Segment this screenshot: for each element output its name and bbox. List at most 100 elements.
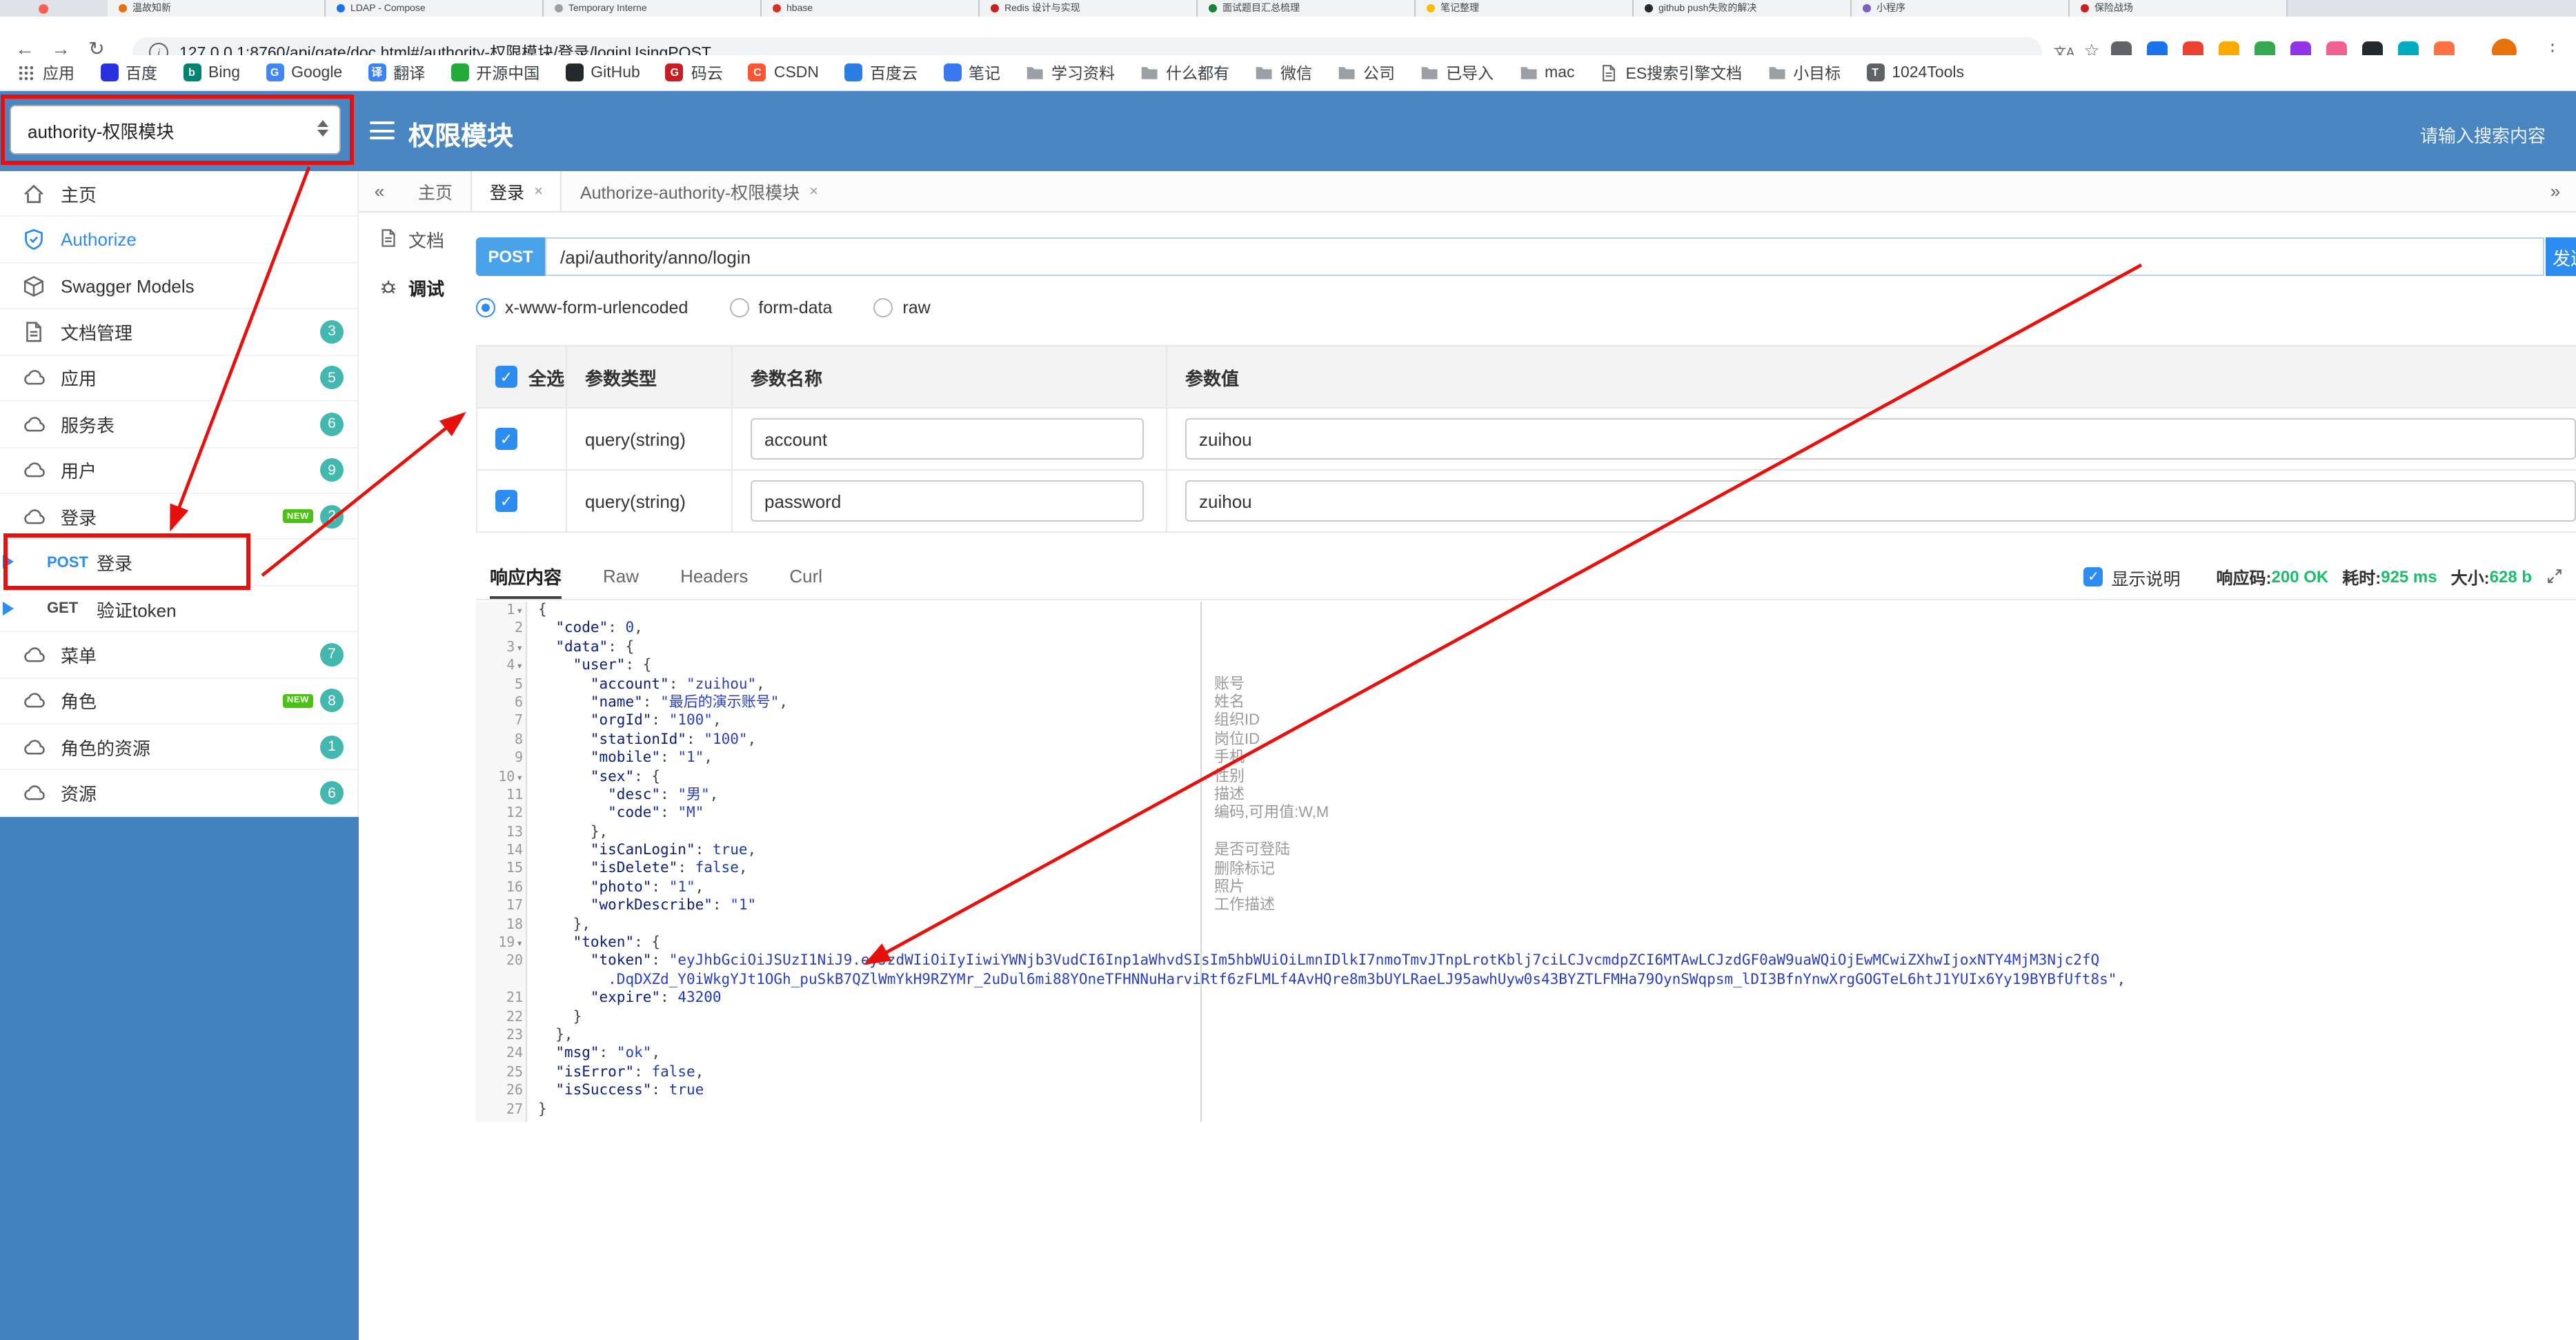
browser-tab[interactable]: Redis 设计与实现 <box>980 0 1198 17</box>
bookmark-folder[interactable]: 小目标 <box>1767 61 1841 83</box>
bookmark-site[interactable]: 百度 <box>99 61 157 83</box>
send-button[interactable]: 发送 <box>2546 237 2576 276</box>
bookmark-folder[interactable]: 公司 <box>1337 61 1395 83</box>
close-tab-icon[interactable]: × <box>809 183 818 199</box>
browser-tab[interactable]: github push失败的解决 <box>1634 0 1852 17</box>
sidebar-item-角色的资源[interactable]: 角色的资源 1 <box>0 725 357 771</box>
fold-toggle-icon[interactable]: ▾ <box>516 934 523 953</box>
row-checkbox[interactable]: ✓ <box>495 490 517 512</box>
line-number: 11 <box>476 787 526 805</box>
fold-toggle-icon[interactable]: ▾ <box>516 657 523 676</box>
bookmark-site[interactable]: b Bing <box>182 63 240 82</box>
browser-tab[interactable]: LDAP - Compose <box>326 0 544 17</box>
json-editor[interactable]: { "code": 0, "data": { "user": { "accoun… <box>476 602 2576 1122</box>
workspace-tab-主页[interactable]: 主页 <box>400 171 470 211</box>
bookmark-folder[interactable]: 已导入 <box>1420 61 1494 83</box>
bookmark-folder[interactable]: mac <box>1518 63 1575 82</box>
bookmark-label: 开源中国 <box>476 66 540 82</box>
bookmark-site[interactable]: 百度云 <box>844 61 918 83</box>
sidebar-item-应用[interactable]: 应用 5 <box>0 355 357 402</box>
bookmark-docbm[interactable]: ES搜索引擎文档 <box>1600 61 1742 83</box>
row-checkbox[interactable]: ✓ <box>495 428 517 450</box>
browser-tab[interactable]: 保险战场 <box>2070 0 2288 17</box>
browser-tab[interactable]: hbase <box>762 0 980 17</box>
browser-tab[interactable]: Temporary Interne <box>544 0 762 17</box>
workspace-tab-登录[interactable]: 登录 × <box>470 171 562 211</box>
workspace-tab-Authorize-authority-权限模块[interactable]: Authorize-authority-权限模块 × <box>562 171 836 211</box>
folder-icon <box>1025 63 1044 82</box>
bookmark-site[interactable]: T 1024Tools <box>1865 63 1964 82</box>
response-tab-Raw[interactable]: Raw <box>603 555 639 599</box>
content-type-radio-form-data[interactable]: form-data <box>729 298 832 317</box>
fold-toggle-icon[interactable]: ▾ <box>516 602 523 620</box>
code-line: "user": { <box>476 657 2576 676</box>
response-tab-Curl[interactable]: Curl <box>789 555 822 599</box>
browser-tab[interactable]: 面试题目汇总梳理 <box>1198 0 1416 17</box>
bookmark-site[interactable]: 开源中国 <box>450 61 539 83</box>
content-type-radio-raw[interactable]: raw <box>873 298 931 317</box>
sidebar-item-right: 6 <box>320 781 344 805</box>
tabs-forward-icon[interactable]: » <box>2535 171 2576 211</box>
sidebar-item-Authorize[interactable]: Authorize <box>0 217 357 264</box>
fold-toggle-icon[interactable]: ▾ <box>516 639 523 658</box>
response-tab-响应内容[interactable]: 响应内容 <box>490 555 562 599</box>
bookmark-site[interactable]: GitHub <box>564 63 640 82</box>
tabs-collapse-icon[interactable]: « <box>359 171 400 211</box>
sidebar-item-资源[interactable]: 资源 6 <box>0 771 357 817</box>
shield-icon <box>22 228 46 251</box>
show-description-toggle[interactable]: ✓ 显示说明 <box>2083 564 2181 590</box>
bookmark-site[interactable]: 笔记 <box>942 61 1000 83</box>
sidebar-item-服务表[interactable]: 服务表 6 <box>0 402 357 449</box>
window-close-button[interactable] <box>39 4 48 14</box>
line-number: 19 ▾ <box>476 934 526 953</box>
param-value-input[interactable]: zuihou <box>1185 418 2576 460</box>
param-value-input[interactable]: zuihou <box>1185 480 2576 522</box>
bookmark-site[interactable]: 译翻译 <box>367 61 425 83</box>
code-token: "M" <box>677 805 704 822</box>
param-cell-value: zuihou <box>1167 471 2576 531</box>
bookmark-apps[interactable]: 应用 <box>17 61 75 83</box>
content-type-radio-x-www-form-urlencoded[interactable]: x-www-form-urlencoded <box>476 298 688 317</box>
api-url-field[interactable]: /api/authority/anno/login <box>545 237 2544 276</box>
folder-icon <box>1254 63 1274 82</box>
show-description-checkbox[interactable]: ✓ <box>2083 567 2103 587</box>
sidebar-item-主页[interactable]: 主页 <box>0 171 357 217</box>
param-name-input[interactable]: account <box>751 418 1144 460</box>
sidebar-item-get-验证token[interactable]: GET 验证token <box>0 587 357 633</box>
browser-tab[interactable]: 笔记整理 <box>1416 0 1634 17</box>
bookmark-site[interactable]: C CSDN <box>748 63 819 82</box>
sidebar-item-菜单[interactable]: 菜单 7 <box>0 632 357 679</box>
bookmark-folder[interactable]: 什么都有 <box>1140 61 1229 83</box>
sidebar-item-角色[interactable]: 角色 NEW 8 <box>0 678 357 725</box>
code-token: : <box>660 786 678 803</box>
side-tab-调试[interactable]: 调试 <box>361 264 472 312</box>
code-token: "isDelete" <box>590 860 678 877</box>
bookmark-site[interactable]: G 码云 <box>665 61 723 83</box>
sidebar-item-post-登录[interactable]: POST 登录 <box>0 540 357 587</box>
browser-tab[interactable]: 温故知新 <box>108 0 326 17</box>
bookmark-site[interactable]: G Google <box>265 63 342 82</box>
fullscreen-icon[interactable] <box>2546 567 2565 587</box>
side-tab-文档[interactable]: 文档 <box>361 215 472 264</box>
fold-toggle-icon[interactable]: ▾ <box>516 768 523 787</box>
response-tab-Headers[interactable]: Headers <box>680 555 748 599</box>
line-number-text: 11 <box>506 787 523 803</box>
bookmark-folder[interactable]: 微信 <box>1254 61 1312 83</box>
param-name-input[interactable]: password <box>751 480 1144 522</box>
sidebar-item-文档管理[interactable]: 文档管理 3 <box>0 310 357 356</box>
code-line: "token": { <box>476 934 2576 953</box>
sidebar-item-Swagger Models[interactable]: Swagger Models <box>0 264 357 310</box>
code-token: : { <box>634 768 661 785</box>
code-token: "code" <box>555 620 608 637</box>
select-all-checkbox[interactable]: ✓ <box>495 366 517 388</box>
browser-tab[interactable]: 小程序 <box>1852 0 2070 17</box>
bookmark-folder[interactable]: 学习资料 <box>1025 61 1115 83</box>
close-tab-icon[interactable]: × <box>534 183 543 199</box>
code-line: "photo": "1", <box>476 879 2576 898</box>
sidebar-item-登录[interactable]: 登录 NEW 2 <box>0 494 357 540</box>
header-search-input[interactable]: 请输入搜索内容 <box>2420 121 2546 148</box>
hamburger-menu-icon[interactable] <box>370 121 395 139</box>
module-select[interactable]: authority-权限模块 <box>10 105 341 155</box>
sidebar-item-用户[interactable]: 用户 9 <box>0 448 357 494</box>
